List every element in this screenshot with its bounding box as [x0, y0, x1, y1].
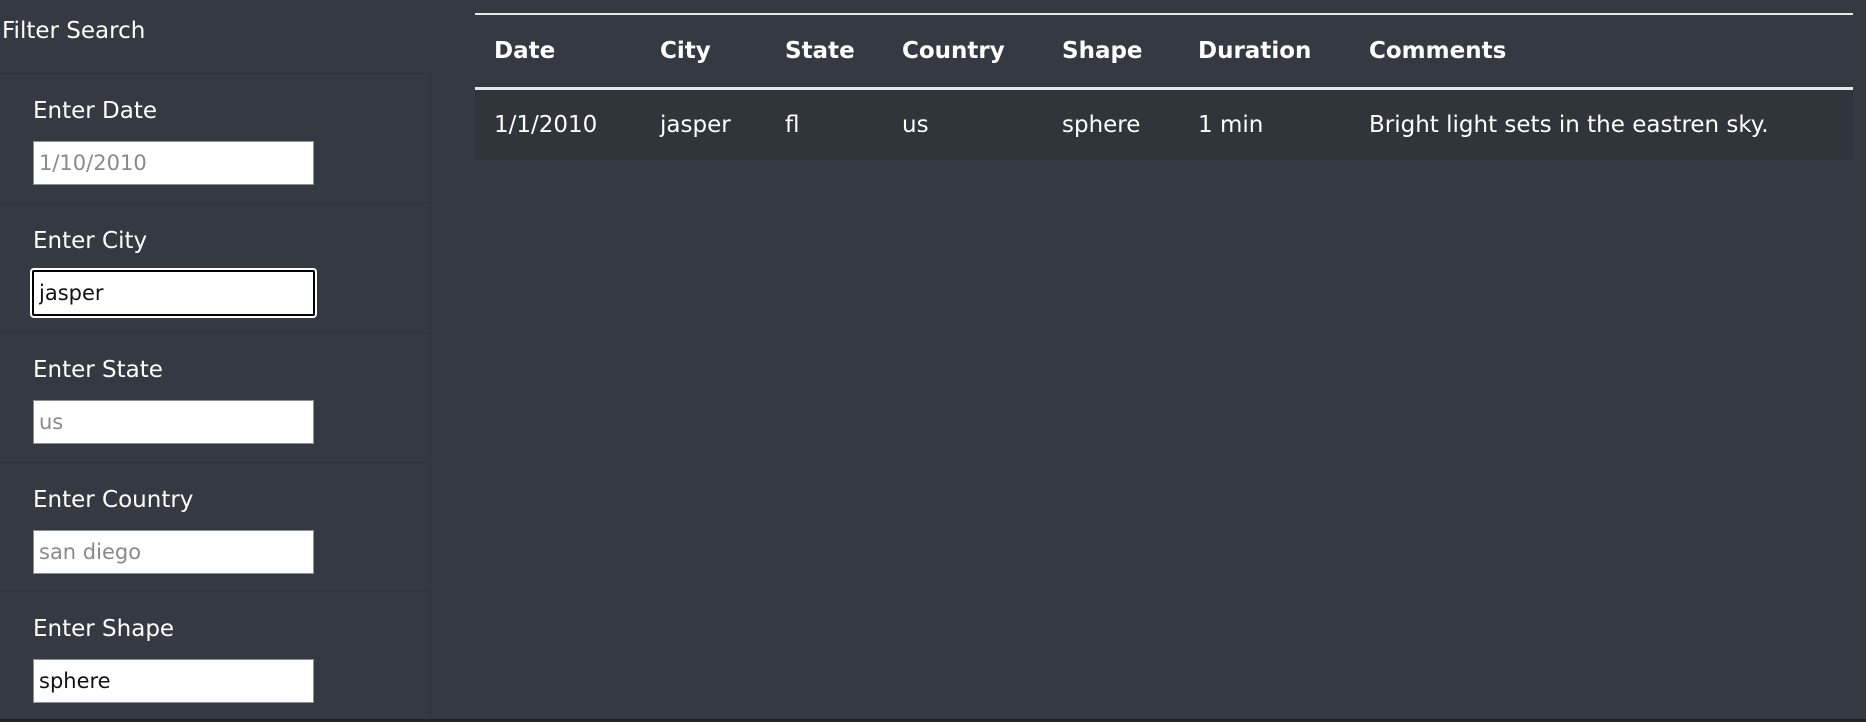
- column-header-duration: Duration: [1198, 37, 1312, 64]
- filter-shape: Enter Shape: [0, 591, 430, 721]
- cell-comments: Bright light sets in the eastren sky.: [1369, 111, 1769, 138]
- filter-list: Enter Date Enter City Enter State Enter …: [0, 73, 431, 719]
- date-label: Enter Date: [33, 98, 158, 124]
- table-row: 1/1/2010 jasper fl us sphere 1 min Brigh…: [475, 88, 1853, 160]
- state-label: Enter State: [33, 357, 163, 383]
- city-label: Enter City: [33, 227, 148, 254]
- country-input[interactable]: [33, 529, 314, 574]
- filter-date: Enter Date: [0, 73, 430, 203]
- results-table: Date City State Country Shape Duration C…: [475, 13, 1853, 160]
- column-header-state: State: [785, 37, 855, 64]
- country-label: Enter Country: [33, 486, 194, 513]
- filter-city: Enter City: [0, 202, 430, 333]
- page: Filter Search Enter Date Enter City Ente…: [0, 0, 1866, 722]
- cell-date: 1/1/2010: [494, 111, 598, 138]
- column-header-city: City: [660, 37, 711, 64]
- city-input[interactable]: [32, 269, 315, 316]
- shape-label: Enter Shape: [33, 616, 175, 642]
- column-header-shape: Shape: [1062, 37, 1143, 64]
- cell-state: fl: [785, 111, 800, 138]
- results-table-container: Date City State Country Shape Duration C…: [475, 13, 1853, 160]
- column-header-comments: Comments: [1369, 37, 1507, 64]
- date-input[interactable]: [33, 141, 314, 185]
- filter-country: Enter Country: [0, 461, 430, 592]
- column-header-date: Date: [494, 37, 556, 64]
- table-header: Date City State Country Shape Duration C…: [475, 14, 1853, 88]
- shape-input[interactable]: [33, 659, 314, 703]
- column-header-country: Country: [902, 37, 1005, 64]
- filter-state: Enter State: [0, 332, 430, 462]
- cell-country: us: [902, 111, 929, 138]
- filter-search-title: Filter Search: [2, 18, 146, 44]
- cell-city: jasper: [660, 111, 731, 138]
- cell-shape: sphere: [1062, 111, 1141, 138]
- state-input[interactable]: [33, 400, 314, 444]
- cell-duration: 1 min: [1198, 111, 1264, 138]
- table-body: 1/1/2010 jasper fl us sphere 1 min Brigh…: [475, 88, 1853, 160]
- table-header-row: Date City State Country Shape Duration C…: [475, 14, 1853, 88]
